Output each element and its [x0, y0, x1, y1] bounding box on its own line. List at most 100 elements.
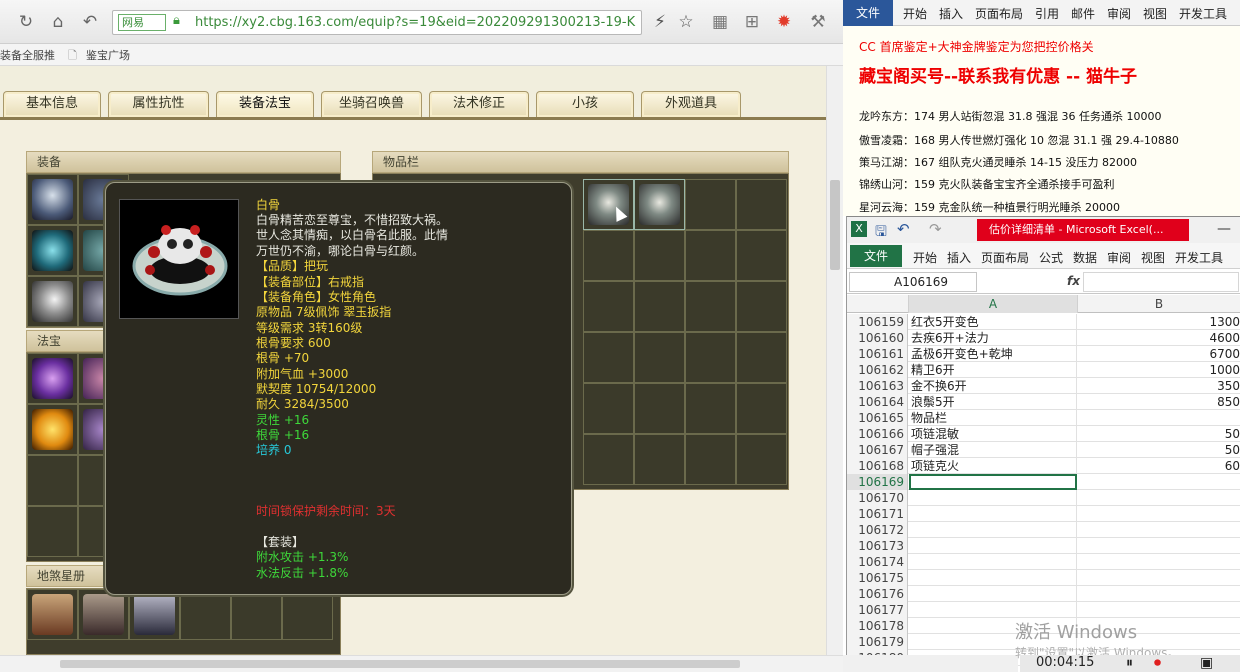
dishasc-slot[interactable]	[129, 589, 180, 640]
cell-b[interactable]: 850	[1078, 394, 1240, 410]
undo-icon[interactable]: ↶	[78, 10, 102, 34]
home-icon[interactable]: ⌂	[46, 10, 70, 34]
page-scrollbar[interactable]	[826, 66, 843, 672]
excel-menu-item[interactable]: 审阅	[1107, 249, 1131, 266]
cell-b[interactable]	[1078, 538, 1240, 554]
camera-icon[interactable]: ▣	[1200, 655, 1213, 671]
cell-a[interactable]	[909, 538, 1077, 554]
dishasc-slot[interactable]	[282, 589, 333, 640]
cell-b[interactable]	[1078, 474, 1240, 490]
inventory-slot[interactable]	[634, 230, 685, 281]
cell-a[interactable]	[909, 602, 1077, 618]
inventory-slot[interactable]	[685, 332, 736, 383]
tab-appearance[interactable]: 外观道具	[641, 91, 741, 117]
word-menu-item[interactable]: 开发工具	[1179, 5, 1227, 22]
cell-a[interactable]: 金不换6开	[909, 378, 1077, 394]
inventory-slot[interactable]	[583, 230, 634, 281]
row-number[interactable]: 106177	[847, 602, 908, 618]
word-document[interactable]: CC 首席鉴定+大神金牌鉴定为您把控价格关 藏宝阁买号--联系我有优惠 -- 猫…	[843, 26, 1240, 216]
inventory-slot[interactable]	[634, 434, 685, 485]
dishasc-slot[interactable]	[180, 589, 231, 640]
bookmark-item[interactable]: 装备全服推	[0, 47, 55, 63]
row-number[interactable]: 106174	[847, 554, 908, 570]
grid-icon[interactable]: ▦	[708, 10, 732, 34]
cell-a[interactable]: 项链克火	[909, 458, 1077, 474]
inventory-slot[interactable]	[685, 383, 736, 434]
cell-a[interactable]	[909, 506, 1077, 522]
cell-a[interactable]: 浪鬃5开	[909, 394, 1077, 410]
fabao-slot[interactable]	[27, 506, 78, 557]
tab-child[interactable]: 小孩	[536, 91, 634, 117]
excel-menu-item[interactable]: 公式	[1039, 249, 1063, 266]
tab-mount-summon[interactable]: 坐骑召唤兽	[321, 91, 422, 117]
inventory-slot[interactable]	[736, 281, 787, 332]
excel-menu-item[interactable]: 开发工具	[1175, 249, 1223, 266]
cell-b[interactable]: 6700	[1078, 346, 1240, 362]
inventory-slot[interactable]	[736, 383, 787, 434]
row-number[interactable]: 106165	[847, 410, 908, 426]
cell-a[interactable]	[909, 522, 1077, 538]
row-number[interactable]: 106170	[847, 490, 908, 506]
equip-slot[interactable]	[27, 174, 78, 225]
inventory-slot[interactable]	[583, 179, 634, 230]
pause-icon[interactable]: ⏸︎	[1126, 655, 1133, 671]
cell-b[interactable]	[1078, 522, 1240, 538]
inventory-slot[interactable]	[634, 383, 685, 434]
word-menu-item[interactable]: 页面布局	[975, 5, 1023, 22]
cell-b[interactable]: 4600	[1078, 330, 1240, 346]
cell-b[interactable]: 1300	[1078, 314, 1240, 330]
cell-a[interactable]: 红衣5开变色	[909, 314, 1077, 330]
cell-a[interactable]	[909, 554, 1077, 570]
word-menu-item[interactable]: 审阅	[1107, 5, 1131, 22]
dishasc-slot[interactable]	[231, 589, 282, 640]
tab-spell-fix[interactable]: 法术修正	[429, 91, 529, 117]
tab-basic-info[interactable]: 基本信息	[3, 91, 101, 117]
inventory-slot[interactable]	[685, 434, 736, 485]
cell-b[interactable]	[1078, 586, 1240, 602]
cell-a[interactable]: 物品栏	[909, 410, 1077, 426]
row-number[interactable]: 106171	[847, 506, 908, 522]
row-number[interactable]: 106164	[847, 394, 908, 410]
minimize-icon[interactable]: —	[1217, 221, 1231, 237]
cell-b[interactable]	[1078, 602, 1240, 618]
inventory-slot[interactable]	[736, 230, 787, 281]
reload-icon[interactable]: ↻	[14, 10, 38, 34]
row-number[interactable]: 106162	[847, 362, 908, 378]
formula-input[interactable]	[1083, 272, 1239, 292]
cell-a[interactable]: 孟极6开变色+乾坤	[909, 346, 1077, 362]
row-number[interactable]: 106179	[847, 634, 908, 650]
row-number[interactable]: 106167	[847, 442, 908, 458]
name-box[interactable]: A106169	[849, 272, 977, 292]
row-number[interactable]: 106178	[847, 618, 908, 634]
word-file-tab[interactable]: 文件	[843, 0, 893, 26]
cell-b[interactable]	[1078, 490, 1240, 506]
excel-menu-item[interactable]: 视图	[1141, 249, 1165, 266]
inventory-slot[interactable]	[634, 332, 685, 383]
equip-slot[interactable]	[27, 276, 78, 327]
word-menu-item[interactable]: 开始	[903, 5, 927, 22]
row-number[interactable]: 106176	[847, 586, 908, 602]
column-header-b[interactable]: B	[1078, 295, 1240, 313]
game-icon[interactable]: ✹	[772, 10, 796, 34]
row-number[interactable]: 106168	[847, 458, 908, 474]
inventory-slot[interactable]	[634, 179, 685, 230]
cell-a[interactable]: 项链混敏	[909, 426, 1077, 442]
inventory-slot[interactable]	[685, 230, 736, 281]
inventory-slot[interactable]	[736, 434, 787, 485]
url-text[interactable]: https://xy2.cbg.163.com/equip?s=19&eid=2…	[195, 15, 640, 30]
inventory-slot[interactable]	[583, 281, 634, 332]
inventory-slot[interactable]	[685, 281, 736, 332]
cell-a[interactable]: 去疾6开+法力	[909, 330, 1077, 346]
fabao-slot[interactable]	[27, 455, 78, 506]
cell-b[interactable]: 50	[1078, 442, 1240, 458]
dishasc-slot[interactable]	[27, 589, 78, 640]
column-header-a[interactable]: A	[909, 295, 1078, 313]
word-menu-item[interactable]: 邮件	[1071, 5, 1095, 22]
cell-a[interactable]: 精卫6开	[909, 362, 1077, 378]
excel-menu-item[interactable]: 插入	[947, 249, 971, 266]
cell-b[interactable]: 350	[1078, 378, 1240, 394]
cell-b[interactable]	[1078, 410, 1240, 426]
row-number[interactable]: 106160	[847, 330, 908, 346]
fabao-slot[interactable]	[27, 404, 78, 455]
row-number[interactable]: 106166	[847, 426, 908, 442]
